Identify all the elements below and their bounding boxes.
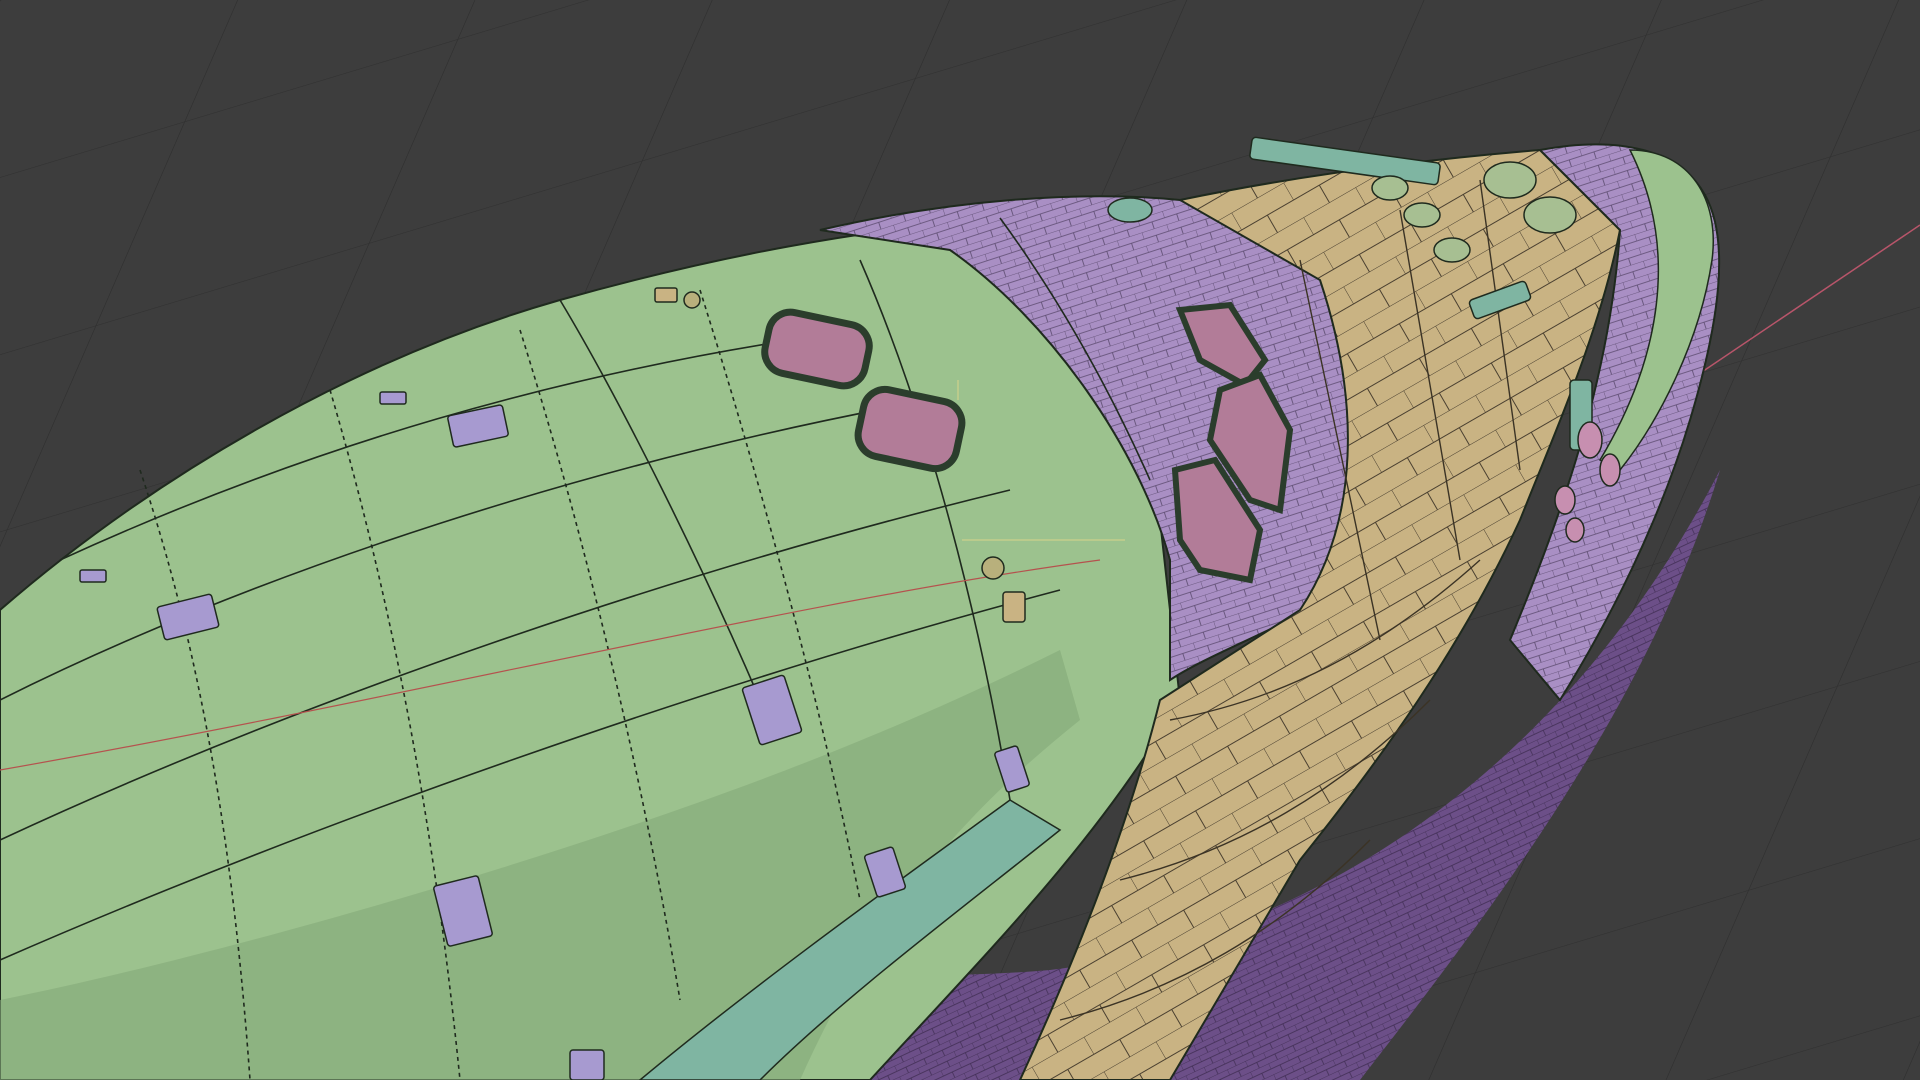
hatch-detail [1107,197,1153,223]
viewport-canvas[interactable] [0,0,1920,1080]
3d-viewport[interactable] [0,0,1920,1080]
